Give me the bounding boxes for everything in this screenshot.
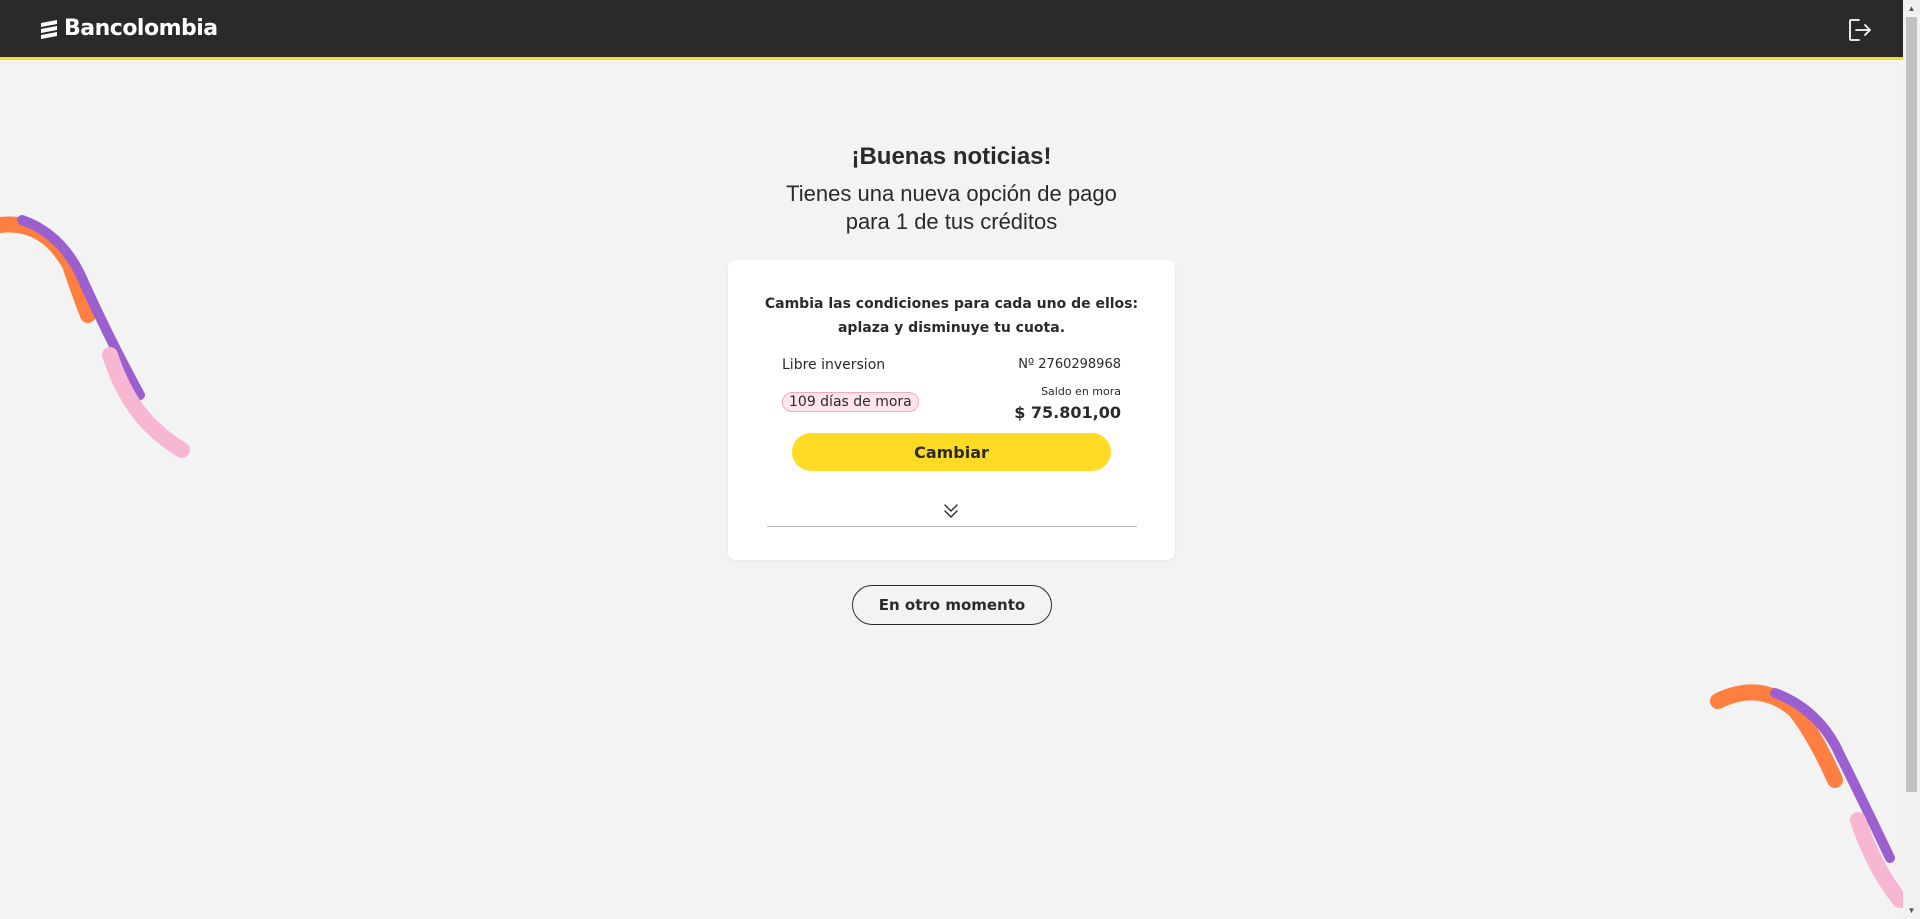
scroll-up-arrow-icon[interactable]: ▲ <box>1903 0 1920 17</box>
right-decorative-ribbon <box>1710 684 1903 908</box>
bancolombia-logo[interactable]: Bancolombia <box>38 16 218 41</box>
brand-name: Bancolombia <box>64 16 218 41</box>
card-intro: Cambia las condiciones para cada uno de … <box>728 292 1175 340</box>
bancolombia-logo-mark-icon <box>41 19 57 39</box>
product-name: Libre inversion <box>782 357 886 373</box>
card-divider <box>767 526 1137 527</box>
later-button[interactable]: En otro momento <box>852 585 1052 625</box>
product-number: Nº 2760298968 <box>1018 357 1121 372</box>
scroll-down-arrow-icon[interactable]: ▼ <box>1903 902 1920 919</box>
page-title: ¡Buenas noticias! <box>851 143 1052 170</box>
change-button[interactable]: Cambiar <box>792 433 1111 471</box>
scrollbar-thumb[interactable] <box>1906 17 1917 792</box>
credit-card-panel: Cambia las condiciones para cada uno de … <box>728 260 1175 560</box>
overdue-days-badge: 109 días de mora <box>782 392 919 412</box>
double-chevron-down-icon[interactable] <box>940 501 962 521</box>
left-decorative-ribbon <box>0 215 190 458</box>
page-subtitle-line-1: Tienes una nueva opción de pago <box>786 181 1117 206</box>
top-bar: Bancolombia <box>0 0 1903 60</box>
balance-value: $ 75.801,00 <box>1014 403 1121 422</box>
page-subtitle: Tienes una nueva opción de pago para 1 d… <box>0 180 1903 236</box>
card-intro-line-1: Cambia las condiciones para cada uno de … <box>764 296 1139 312</box>
vertical-scrollbar[interactable]: ▲ ▼ <box>1903 0 1920 919</box>
logout-icon[interactable] <box>1847 17 1873 43</box>
card-intro-line-2: aplaza y disminuye tu cuota. <box>837 320 1066 336</box>
balance-label: Saldo en mora <box>1041 385 1121 398</box>
page-subtitle-line-2: para 1 de tus créditos <box>845 209 1058 234</box>
